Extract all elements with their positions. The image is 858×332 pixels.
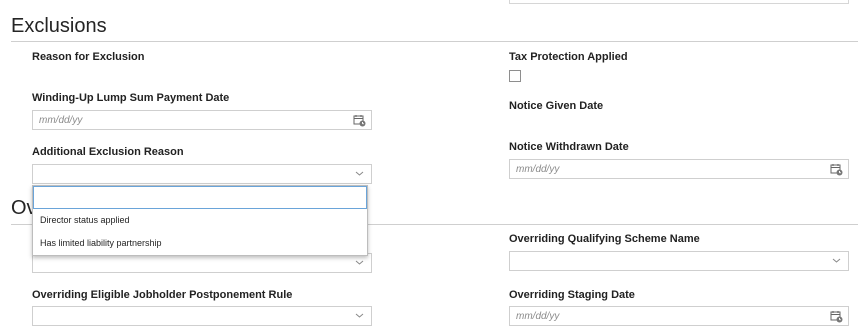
winding-up-date-label: Winding-Up Lump Sum Payment Date bbox=[32, 92, 230, 104]
notice-withdrawn-date-input[interactable]: mm/dd/yy bbox=[509, 159, 849, 179]
overriding-postponement-rule-label: Overriding Eligible Jobholder Postponeme… bbox=[32, 289, 293, 301]
chevron-down-icon bbox=[355, 260, 364, 265]
winding-up-date-placeholder: mm/dd/yy bbox=[39, 115, 83, 126]
dropdown-option-limited-liability[interactable]: Has limited liability partnership bbox=[33, 232, 367, 255]
overriding-staging-date-input[interactable]: mm/dd/yy bbox=[509, 306, 849, 326]
previous-field-bottom[interactable] bbox=[509, 0, 849, 4]
overriding-staging-date-placeholder: mm/dd/yy bbox=[516, 311, 560, 322]
tax-protection-label: Tax Protection Applied bbox=[509, 51, 628, 63]
calendar-icon[interactable] bbox=[830, 163, 843, 176]
notice-withdrawn-date-placeholder: mm/dd/yy bbox=[516, 164, 560, 175]
dropdown-option-director-status[interactable]: Director status applied bbox=[33, 209, 367, 232]
overriding-qualifying-scheme-label: Overriding Qualifying Scheme Name bbox=[509, 233, 700, 245]
overriding-postponement-rule-select[interactable] bbox=[32, 306, 372, 326]
tax-protection-checkbox[interactable] bbox=[509, 70, 521, 82]
additional-exclusion-reason-select[interactable] bbox=[32, 164, 372, 184]
chevron-down-icon bbox=[355, 171, 364, 176]
exclusions-section-title: Exclusions bbox=[11, 15, 107, 37]
additional-exclusion-reason-label: Additional Exclusion Reason bbox=[32, 146, 184, 158]
notice-withdrawn-date-label: Notice Withdrawn Date bbox=[509, 141, 629, 153]
dropdown-option-empty[interactable] bbox=[33, 186, 367, 209]
overriding-staging-date-label: Overriding Staging Date bbox=[509, 289, 635, 301]
reason-for-exclusion-label: Reason for Exclusion bbox=[32, 51, 145, 63]
overriding-qualifying-scheme-select[interactable] bbox=[509, 251, 849, 271]
additional-exclusion-reason-dropdown: Director status applied Has limited liab… bbox=[32, 185, 368, 256]
winding-up-date-input[interactable]: mm/dd/yy bbox=[32, 110, 372, 130]
notice-given-date-label: Notice Given Date bbox=[509, 100, 604, 112]
calendar-icon[interactable] bbox=[353, 114, 366, 127]
overriding-field-select[interactable] bbox=[32, 253, 372, 273]
exclusions-divider bbox=[11, 41, 858, 42]
chevron-down-icon bbox=[832, 258, 841, 263]
chevron-down-icon bbox=[355, 313, 364, 318]
calendar-icon[interactable] bbox=[830, 310, 843, 323]
